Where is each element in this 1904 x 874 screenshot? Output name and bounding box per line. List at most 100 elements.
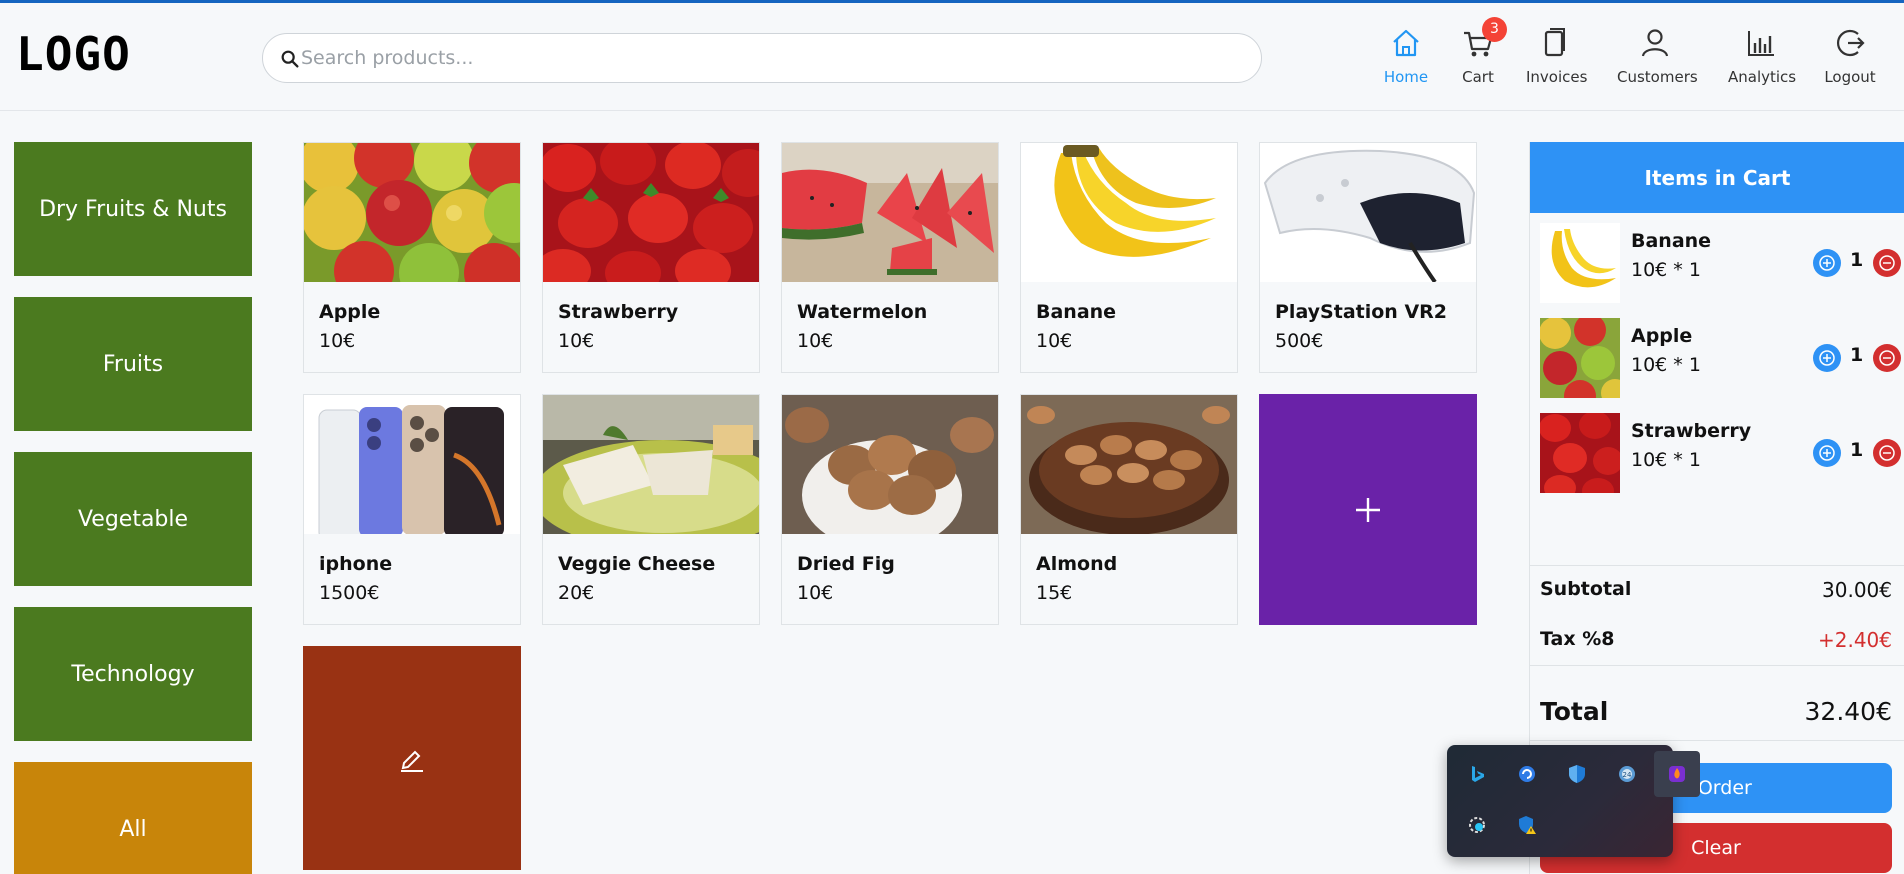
tray-item-flame[interactable] — [1654, 751, 1700, 797]
category-fruits[interactable]: Fruits — [14, 297, 252, 431]
edit-icon — [401, 750, 423, 772]
total-label: Total — [1540, 697, 1609, 726]
product-name: iphone — [319, 553, 393, 575]
logo[interactable]: LOGO — [16, 27, 131, 81]
product-image-veggie-cheese — [543, 395, 759, 534]
tray-item-sync[interactable] — [1504, 751, 1550, 797]
nav-analytics[interactable]: Analytics — [1728, 23, 1797, 93]
plus-circle-icon — [1819, 445, 1835, 461]
nav-home-label: Home — [1383, 68, 1429, 86]
nav-customers[interactable]: Customers — [1617, 23, 1698, 93]
subtotal-value: 30.00€ — [1822, 578, 1892, 602]
product-card-playstation-vr2[interactable]: PlayStation VR2 500€ — [1259, 142, 1477, 373]
sync-app-icon — [1519, 766, 1535, 782]
category-dry-fruits-nuts[interactable]: Dry Fruits & Nuts — [14, 142, 252, 276]
security-warning-icon — [1519, 816, 1536, 834]
cart-count-badge: 3 — [1482, 17, 1507, 42]
nav-analytics-label: Analytics — [1728, 68, 1797, 86]
search-input[interactable] — [301, 42, 1241, 74]
defender-icon — [1569, 765, 1585, 783]
svg-text:24: 24 — [1623, 771, 1632, 779]
category-all[interactable]: All — [14, 762, 252, 874]
flame-app-icon — [1669, 766, 1685, 782]
product-card-veggie-cheese[interactable]: Veggie Cheese 20€ — [542, 394, 760, 625]
category-technology[interactable]: Technology — [14, 607, 252, 741]
product-name: Dried Fig — [797, 553, 895, 575]
product-card-almond[interactable]: Almond 15€ — [1020, 394, 1238, 625]
product-name: Apple — [319, 301, 381, 323]
tray-item-bing[interactable] — [1454, 751, 1500, 797]
nav-invoices[interactable]: Invoices — [1526, 23, 1588, 93]
app-header: LOGO Home Cart 3 Invoices Customers Anal… — [0, 3, 1904, 111]
subtotal-label: Subtotal — [1540, 578, 1632, 600]
nav-customers-label: Customers — [1617, 68, 1698, 86]
cart-item-thumbnail — [1540, 223, 1620, 303]
plus-circle-icon — [1819, 350, 1835, 366]
cart-item-name: Strawberry — [1631, 420, 1752, 442]
product-image-watermelon — [782, 143, 998, 282]
add-product-button[interactable] — [1259, 394, 1477, 625]
cart-item-thumbnail — [1540, 413, 1620, 493]
nav-invoices-label: Invoices — [1526, 68, 1588, 86]
increase-qty-button[interactable] — [1813, 249, 1841, 277]
search-bar[interactable] — [262, 33, 1262, 83]
product-image-apple — [304, 143, 520, 282]
product-card-watermelon[interactable]: Watermelon 10€ — [781, 142, 999, 373]
tray-item-snip[interactable] — [1454, 802, 1500, 848]
divider — [1530, 740, 1904, 741]
product-price: 20€ — [558, 582, 595, 604]
product-image-strawberry — [543, 143, 759, 282]
product-name: Banane — [1036, 301, 1117, 323]
tray-item-security-warning[interactable] — [1504, 802, 1550, 848]
product-price: 10€ — [797, 582, 834, 604]
cart-item-qty: 1 — [1850, 439, 1864, 461]
product-card-iphone[interactable]: iphone 1500€ — [303, 394, 521, 625]
tax-label: Tax %8 — [1540, 628, 1615, 650]
cart-item-name: Apple — [1631, 325, 1693, 347]
product-name: Strawberry — [558, 301, 679, 323]
nav-home[interactable]: Home — [1380, 23, 1432, 93]
decrease-qty-button[interactable] — [1873, 249, 1901, 277]
product-image-almond — [1021, 395, 1237, 534]
nav-cart-label: Cart — [1462, 68, 1494, 86]
cart-item-thumbnail — [1540, 318, 1620, 398]
cart-item-strawberry: Strawberry 10€ * 1 1 — [1540, 413, 1901, 493]
cart-item-detail: 10€ * 1 — [1631, 259, 1701, 281]
tray-item-defender[interactable] — [1554, 751, 1600, 797]
product-price: 1500€ — [319, 582, 380, 604]
edit-products-button[interactable] — [303, 646, 521, 870]
minus-circle-icon — [1879, 255, 1895, 271]
tray-item-clock[interactable]: 24 — [1604, 751, 1650, 797]
product-image-iphone — [304, 395, 520, 534]
clock-app-icon: 24 — [1619, 766, 1635, 782]
nav-logout[interactable]: Logout — [1824, 23, 1876, 93]
nav-logout-label: Logout — [1824, 68, 1876, 86]
category-vegetable[interactable]: Vegetable — [14, 452, 252, 586]
product-name: Veggie Cheese — [558, 553, 716, 575]
tax-value: +2.40€ — [1817, 628, 1892, 652]
product-price: 10€ — [797, 330, 834, 352]
cart-item-detail: 10€ * 1 — [1631, 449, 1701, 471]
increase-qty-button[interactable] — [1813, 439, 1841, 467]
cart-item-qty: 1 — [1850, 344, 1864, 366]
product-card-banane[interactable]: Banane 10€ — [1020, 142, 1238, 373]
product-card-dried-fig[interactable]: Dried Fig 10€ — [781, 394, 999, 625]
minus-circle-icon — [1879, 445, 1895, 461]
bing-icon — [1472, 766, 1484, 782]
decrease-qty-button[interactable] — [1873, 439, 1901, 467]
product-card-strawberry[interactable]: Strawberry 10€ — [542, 142, 760, 373]
total-value: 32.40€ — [1804, 697, 1892, 726]
divider — [1530, 565, 1904, 566]
cart-item-banane: Banane 10€ * 1 1 — [1540, 223, 1901, 303]
increase-qty-button[interactable] — [1813, 344, 1841, 372]
product-card-apple[interactable]: Apple 10€ — [303, 142, 521, 373]
product-name: Almond — [1036, 553, 1118, 575]
home-icon — [1393, 29, 1419, 57]
minus-circle-icon — [1879, 350, 1895, 366]
cart-item-detail: 10€ * 1 — [1631, 354, 1701, 376]
nav-cart[interactable]: Cart 3 — [1456, 17, 1507, 93]
plus-circle-icon — [1819, 255, 1835, 271]
product-name: PlayStation VR2 — [1275, 301, 1447, 323]
divider — [1530, 665, 1904, 666]
decrease-qty-button[interactable] — [1873, 344, 1901, 372]
